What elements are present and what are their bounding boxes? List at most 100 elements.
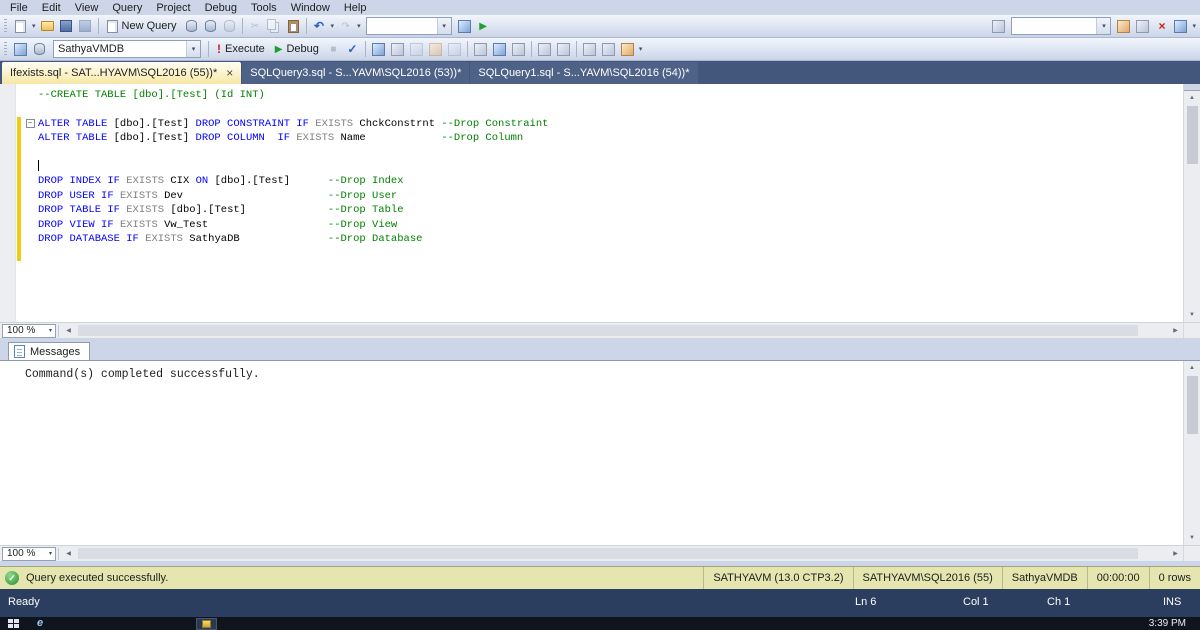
- copy-button[interactable]: [266, 17, 283, 36]
- messages-horizontal-scrollbar[interactable]: [76, 546, 1168, 561]
- quick-launch-combo[interactable]: ▾: [1011, 17, 1112, 35]
- code-line[interactable]: [38, 246, 1182, 260]
- save-all-button[interactable]: [77, 17, 94, 36]
- code-line[interactable]: DROP INDEX IF EXISTS CIX ON [dbo].[Test]…: [38, 174, 1182, 188]
- collapse-minus-icon[interactable]: −: [25, 118, 35, 128]
- increase-indent-button[interactable]: [600, 40, 617, 59]
- new-query-button[interactable]: New Query: [102, 17, 182, 36]
- redo-button[interactable]: ↷: [337, 17, 354, 36]
- scroll-right-icon[interactable]: ▶: [1168, 550, 1183, 557]
- scroll-left-icon[interactable]: ◀: [61, 327, 76, 334]
- scroll-right-icon[interactable]: ▶: [1168, 327, 1183, 334]
- scroll-up-icon[interactable]: ▲: [1184, 361, 1200, 375]
- toolbar-overflow-icon[interactable]: ▾: [1190, 22, 1198, 30]
- find-button[interactable]: [456, 17, 473, 36]
- results-to-grid-button[interactable]: [491, 40, 508, 59]
- analysis-query-button[interactable]: [202, 17, 219, 36]
- toolbar-overflow-icon[interactable]: ▾: [637, 45, 645, 53]
- undo-dropdown-icon[interactable]: ▾: [329, 22, 337, 30]
- decrease-indent-button[interactable]: [581, 40, 598, 59]
- code-line[interactable]: ALTER TABLE [dbo].[Test] DROP COLUMN IF …: [38, 131, 1182, 145]
- start-button[interactable]: [0, 617, 26, 630]
- comment-button[interactable]: [536, 40, 553, 59]
- tab-ifexists[interactable]: Ifexists.sql - SAT...HYAVM\SQL2016 (55))…: [2, 62, 242, 84]
- navigate-back-button[interactable]: [990, 17, 1007, 36]
- xmla-query-button[interactable]: [221, 17, 238, 36]
- scroll-thumb[interactable]: [1186, 376, 1198, 434]
- options-button[interactable]: [1172, 17, 1189, 36]
- uncomment-button[interactable]: [555, 40, 572, 59]
- new-file-dropdown-icon[interactable]: ▾: [30, 22, 38, 30]
- combo-caret-icon[interactable]: ▾: [436, 18, 451, 34]
- include-actual-plan-button[interactable]: [427, 40, 444, 59]
- taskbar-browser-button[interactable]: e: [32, 618, 48, 630]
- execute-button[interactable]: ! Execute: [212, 40, 270, 59]
- redo-dropdown-icon[interactable]: ▾: [355, 22, 363, 30]
- menu-tools[interactable]: Tools: [244, 0, 284, 15]
- close-icon[interactable]: ×: [226, 67, 233, 79]
- menu-view[interactable]: View: [68, 0, 106, 15]
- editor-horizontal-scrollbar[interactable]: [76, 323, 1168, 338]
- editor-vertical-scrollbar[interactable]: ▲ ▼: [1183, 84, 1200, 322]
- tab-messages[interactable]: Messages: [8, 342, 91, 360]
- start-button-toolbar[interactable]: ▶: [475, 17, 492, 36]
- splitter-handle[interactable]: [1184, 84, 1200, 91]
- database-engine-query-button[interactable]: [183, 17, 200, 36]
- scroll-thumb[interactable]: [78, 325, 1138, 336]
- combo-caret-icon[interactable]: ▾: [49, 550, 55, 557]
- change-connection-button[interactable]: [31, 40, 48, 59]
- code-line[interactable]: DROP VIEW IF EXISTS Vw_Test --Drop View: [38, 218, 1182, 232]
- menu-edit[interactable]: Edit: [35, 0, 68, 15]
- connect-button[interactable]: [12, 40, 29, 59]
- properties-button[interactable]: [1134, 17, 1151, 36]
- results-to-file-button[interactable]: [510, 40, 527, 59]
- new-file-button[interactable]: [12, 17, 29, 36]
- taskbar-ssms-button[interactable]: [196, 617, 218, 630]
- messages-vertical-scrollbar[interactable]: ▲ ▼: [1183, 361, 1200, 545]
- code-line[interactable]: DROP USER IF EXISTS Dev --Drop User: [38, 189, 1182, 203]
- scroll-down-icon[interactable]: ▼: [1184, 308, 1200, 322]
- tab-sqlquery3[interactable]: SQLQuery3.sql - S...YAVM\SQL2016 (53))*: [242, 62, 470, 84]
- undo-button[interactable]: ↶: [311, 17, 328, 36]
- debug-button[interactable]: ▶ Debug: [270, 40, 324, 59]
- toolbar-grip[interactable]: [4, 18, 7, 34]
- query-options-button[interactable]: [389, 40, 406, 59]
- taskbar-clock[interactable]: 3:39 PM: [1149, 618, 1200, 629]
- menu-query[interactable]: Query: [105, 0, 149, 15]
- results-to-text-button[interactable]: [472, 40, 489, 59]
- cancel-query-button[interactable]: ■: [325, 40, 342, 59]
- scroll-thumb[interactable]: [78, 548, 1138, 559]
- menu-file[interactable]: File: [3, 0, 35, 15]
- save-button[interactable]: [58, 17, 75, 36]
- navigate-combo[interactable]: ▾: [365, 17, 452, 35]
- code-line[interactable]: --CREATE TABLE [dbo].[Test] (Id INT): [38, 88, 1182, 102]
- combo-caret-icon[interactable]: ▾: [49, 327, 55, 334]
- registered-servers-button[interactable]: [1115, 17, 1132, 36]
- messages-zoom-combo[interactable]: 100 % ▾: [2, 546, 56, 561]
- messages-pane[interactable]: Command(s) completed successfully. ▲ ▼: [0, 360, 1200, 545]
- code-line[interactable]: [38, 159, 1182, 174]
- selection-margin[interactable]: [0, 84, 16, 322]
- menu-window[interactable]: Window: [284, 0, 337, 15]
- code-line[interactable]: DROP DATABASE IF EXISTS SathyaDB --Drop …: [38, 232, 1182, 246]
- scroll-left-icon[interactable]: ◀: [61, 550, 76, 557]
- cut-button[interactable]: ✂: [247, 17, 264, 36]
- client-statistics-button[interactable]: [446, 40, 463, 59]
- scroll-up-icon[interactable]: ▲: [1184, 91, 1200, 105]
- combo-caret-icon[interactable]: ▾: [186, 41, 200, 57]
- menu-project[interactable]: Project: [149, 0, 197, 15]
- menu-help[interactable]: Help: [337, 0, 374, 15]
- code-line[interactable]: [38, 146, 1182, 160]
- menu-debug[interactable]: Debug: [198, 0, 244, 15]
- intellisense-button[interactable]: [408, 40, 425, 59]
- code-line[interactable]: DROP TABLE IF EXISTS [dbo].[Test] --Drop…: [38, 203, 1182, 217]
- tab-sqlquery1[interactable]: SQLQuery1.sql - S...YAVM\SQL2016 (54))*: [470, 62, 698, 84]
- code-line[interactable]: [38, 102, 1182, 116]
- available-databases-combo[interactable]: SathyaVMDB ▾: [53, 40, 201, 58]
- scroll-thumb[interactable]: [1186, 106, 1198, 164]
- code-line[interactable]: ALTER TABLE [dbo].[Test] DROP CONSTRAINT…: [38, 117, 1182, 131]
- cancel-button-toolbar[interactable]: ×: [1153, 17, 1170, 36]
- estimated-plan-button[interactable]: [370, 40, 387, 59]
- scroll-down-icon[interactable]: ▼: [1184, 531, 1200, 545]
- specify-template-values-button[interactable]: [619, 40, 636, 59]
